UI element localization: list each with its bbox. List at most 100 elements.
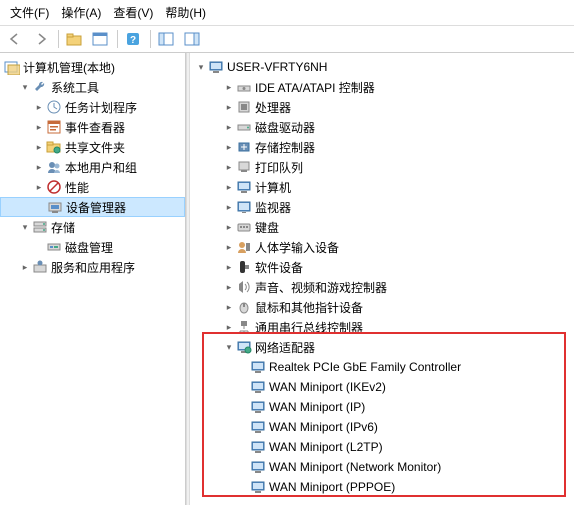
folder-button[interactable] (63, 28, 87, 50)
category-icon (236, 79, 252, 95)
node-performance[interactable]: ▸ 性能 (0, 177, 185, 197)
device-category[interactable]: ▸通用串行总线控制器 (190, 317, 574, 337)
panel-icon (184, 31, 200, 47)
device-category[interactable]: ▸ 人体学输入设备 (190, 237, 574, 257)
expander-icon[interactable]: ▸ (222, 100, 236, 114)
node-disk-management[interactable]: ▸ 磁盘管理 (0, 237, 185, 257)
device-category[interactable]: ▸ 鼠标和其他指针设备 (190, 297, 574, 317)
node-system-tools[interactable]: ▾ 系统工具 (0, 77, 185, 97)
node-event-viewer[interactable]: ▸ 事件查看器 (0, 117, 185, 137)
network-adapter[interactable]: ▸WAN Miniport (IKEv2) (190, 377, 574, 397)
expander-icon[interactable]: ▸ (222, 280, 236, 294)
node-device-manager[interactable]: ▸ 设备管理器 (0, 197, 185, 217)
root-computer-management[interactable]: 计算机管理(本地) (0, 57, 185, 77)
adapter-icon (250, 479, 266, 495)
panel1-button[interactable] (155, 28, 179, 50)
forward-button[interactable] (30, 28, 54, 50)
menu-action[interactable]: 操作(A) (55, 2, 107, 23)
expander-icon[interactable]: ▸ (32, 120, 46, 134)
expander-icon[interactable]: ▸ (222, 320, 236, 334)
adapter-label: WAN Miniport (IPv6) (269, 420, 378, 434)
expander-icon[interactable]: ▸ (222, 260, 236, 274)
network-adapter[interactable]: ▸WAN Miniport (Network Monitor) (190, 457, 574, 477)
menu-help[interactable]: 帮助(H) (159, 2, 212, 23)
arrow-right-icon (33, 31, 49, 47)
network-adapter[interactable]: ▸WAN Miniport (PPPOE) (190, 477, 574, 497)
expander-icon[interactable]: ▸ (222, 140, 236, 154)
network-adapter[interactable]: ▸WAN Miniport (IPv6) (190, 417, 574, 437)
adapter-label: WAN Miniport (IKEv2) (269, 380, 386, 394)
menu-view[interactable]: 查看(V) (107, 2, 159, 23)
device-category[interactable]: ▸打印队列 (190, 157, 574, 177)
category-label: 鼠标和其他指针设备 (255, 299, 363, 316)
network-adapter[interactable]: ▸WAN Miniport (L2TP) (190, 437, 574, 457)
network-adapter[interactable]: ▸WAN Miniport (IP) (190, 397, 574, 417)
category-icon (236, 119, 252, 135)
device-manager-icon (47, 199, 63, 215)
category-label: 软件设备 (255, 259, 303, 276)
device-category[interactable]: ▸磁盘驱动器 (190, 117, 574, 137)
device-category[interactable]: ▾ 网络适配器 (190, 337, 574, 357)
adapter-label: WAN Miniport (PPPOE) (269, 480, 395, 494)
panel2-button[interactable] (181, 28, 205, 50)
expander-icon[interactable]: ▾ (18, 80, 32, 94)
node-services-apps[interactable]: ▸ 服务和应用程序 (0, 257, 185, 277)
expander-icon[interactable]: ▸ (32, 100, 46, 114)
category-label: IDE ATA/ATAPI 控制器 (255, 79, 375, 96)
svg-text:?: ? (129, 35, 135, 46)
expander-icon[interactable]: ▸ (222, 300, 236, 314)
expander-icon[interactable]: ▾ (194, 60, 208, 74)
node-label: 共享文件夹 (65, 139, 125, 156)
node-label: 任务计划程序 (65, 99, 137, 116)
device-category[interactable]: ▸声音、视频和游戏控制器 (190, 277, 574, 297)
node-label: 服务和应用程序 (51, 259, 135, 276)
expander-icon[interactable]: ▸ (32, 160, 46, 174)
expander-icon[interactable]: ▸ (222, 200, 236, 214)
expander-icon[interactable]: ▸ (222, 80, 236, 94)
expander-icon[interactable]: ▸ (222, 240, 236, 254)
expander-icon[interactable]: ▸ (222, 220, 236, 234)
device-root[interactable]: ▾ USER-VFRTY6NH (190, 57, 574, 77)
console-button[interactable] (89, 28, 113, 50)
category-label: 人体学输入设备 (255, 239, 339, 256)
network-adapter[interactable]: ▸Realtek PCIe GbE Family Controller (190, 357, 574, 377)
device-category[interactable]: ▸ 软件设备 (190, 257, 574, 277)
category-icon (236, 339, 252, 355)
adapter-label: Realtek PCIe GbE Family Controller (269, 360, 461, 374)
node-task-scheduler[interactable]: ▸ 任务计划程序 (0, 97, 185, 117)
expander-icon[interactable]: ▸ (32, 140, 46, 154)
expander-icon[interactable]: ▸ (32, 180, 46, 194)
back-button[interactable] (4, 28, 28, 50)
node-shared-folders[interactable]: ▸ 共享文件夹 (0, 137, 185, 157)
device-category[interactable]: ▸监视器 (190, 197, 574, 217)
node-local-users[interactable]: ▸ 本地用户和组 (0, 157, 185, 177)
help-button[interactable]: ? (122, 28, 146, 50)
console-icon (92, 31, 108, 47)
device-category[interactable]: ▸ 计算机 (190, 177, 574, 197)
category-label: 计算机 (255, 179, 291, 196)
category-label: 网络适配器 (255, 339, 315, 356)
device-category[interactable]: ▸存储控制器 (190, 137, 574, 157)
expander-icon[interactable]: ▸ (222, 120, 236, 134)
adapter-icon (250, 439, 266, 455)
event-icon (46, 119, 62, 135)
expander-icon[interactable]: ▾ (18, 220, 32, 234)
node-storage[interactable]: ▾ 存储 (0, 217, 185, 237)
expander-icon[interactable]: ▸ (18, 260, 32, 274)
adapter-icon (250, 379, 266, 395)
node-label: 系统工具 (51, 79, 99, 96)
users-icon (46, 159, 62, 175)
category-icon (236, 199, 252, 215)
device-category[interactable]: ▸处理器 (190, 97, 574, 117)
expander-icon[interactable]: ▸ (222, 180, 236, 194)
menu-file[interactable]: 文件(F) (4, 2, 55, 23)
device-category[interactable]: ▸ IDE ATA/ATAPI 控制器 (190, 77, 574, 97)
device-root-label: USER-VFRTY6NH (227, 60, 327, 74)
computer-icon (208, 59, 224, 75)
node-label: 磁盘管理 (65, 239, 113, 256)
expander-icon[interactable]: ▸ (222, 160, 236, 174)
device-category[interactable]: ▸键盘 (190, 217, 574, 237)
adapter-label: WAN Miniport (IP) (269, 400, 365, 414)
expander-icon[interactable]: ▾ (222, 340, 236, 354)
folder-icon (66, 31, 82, 47)
